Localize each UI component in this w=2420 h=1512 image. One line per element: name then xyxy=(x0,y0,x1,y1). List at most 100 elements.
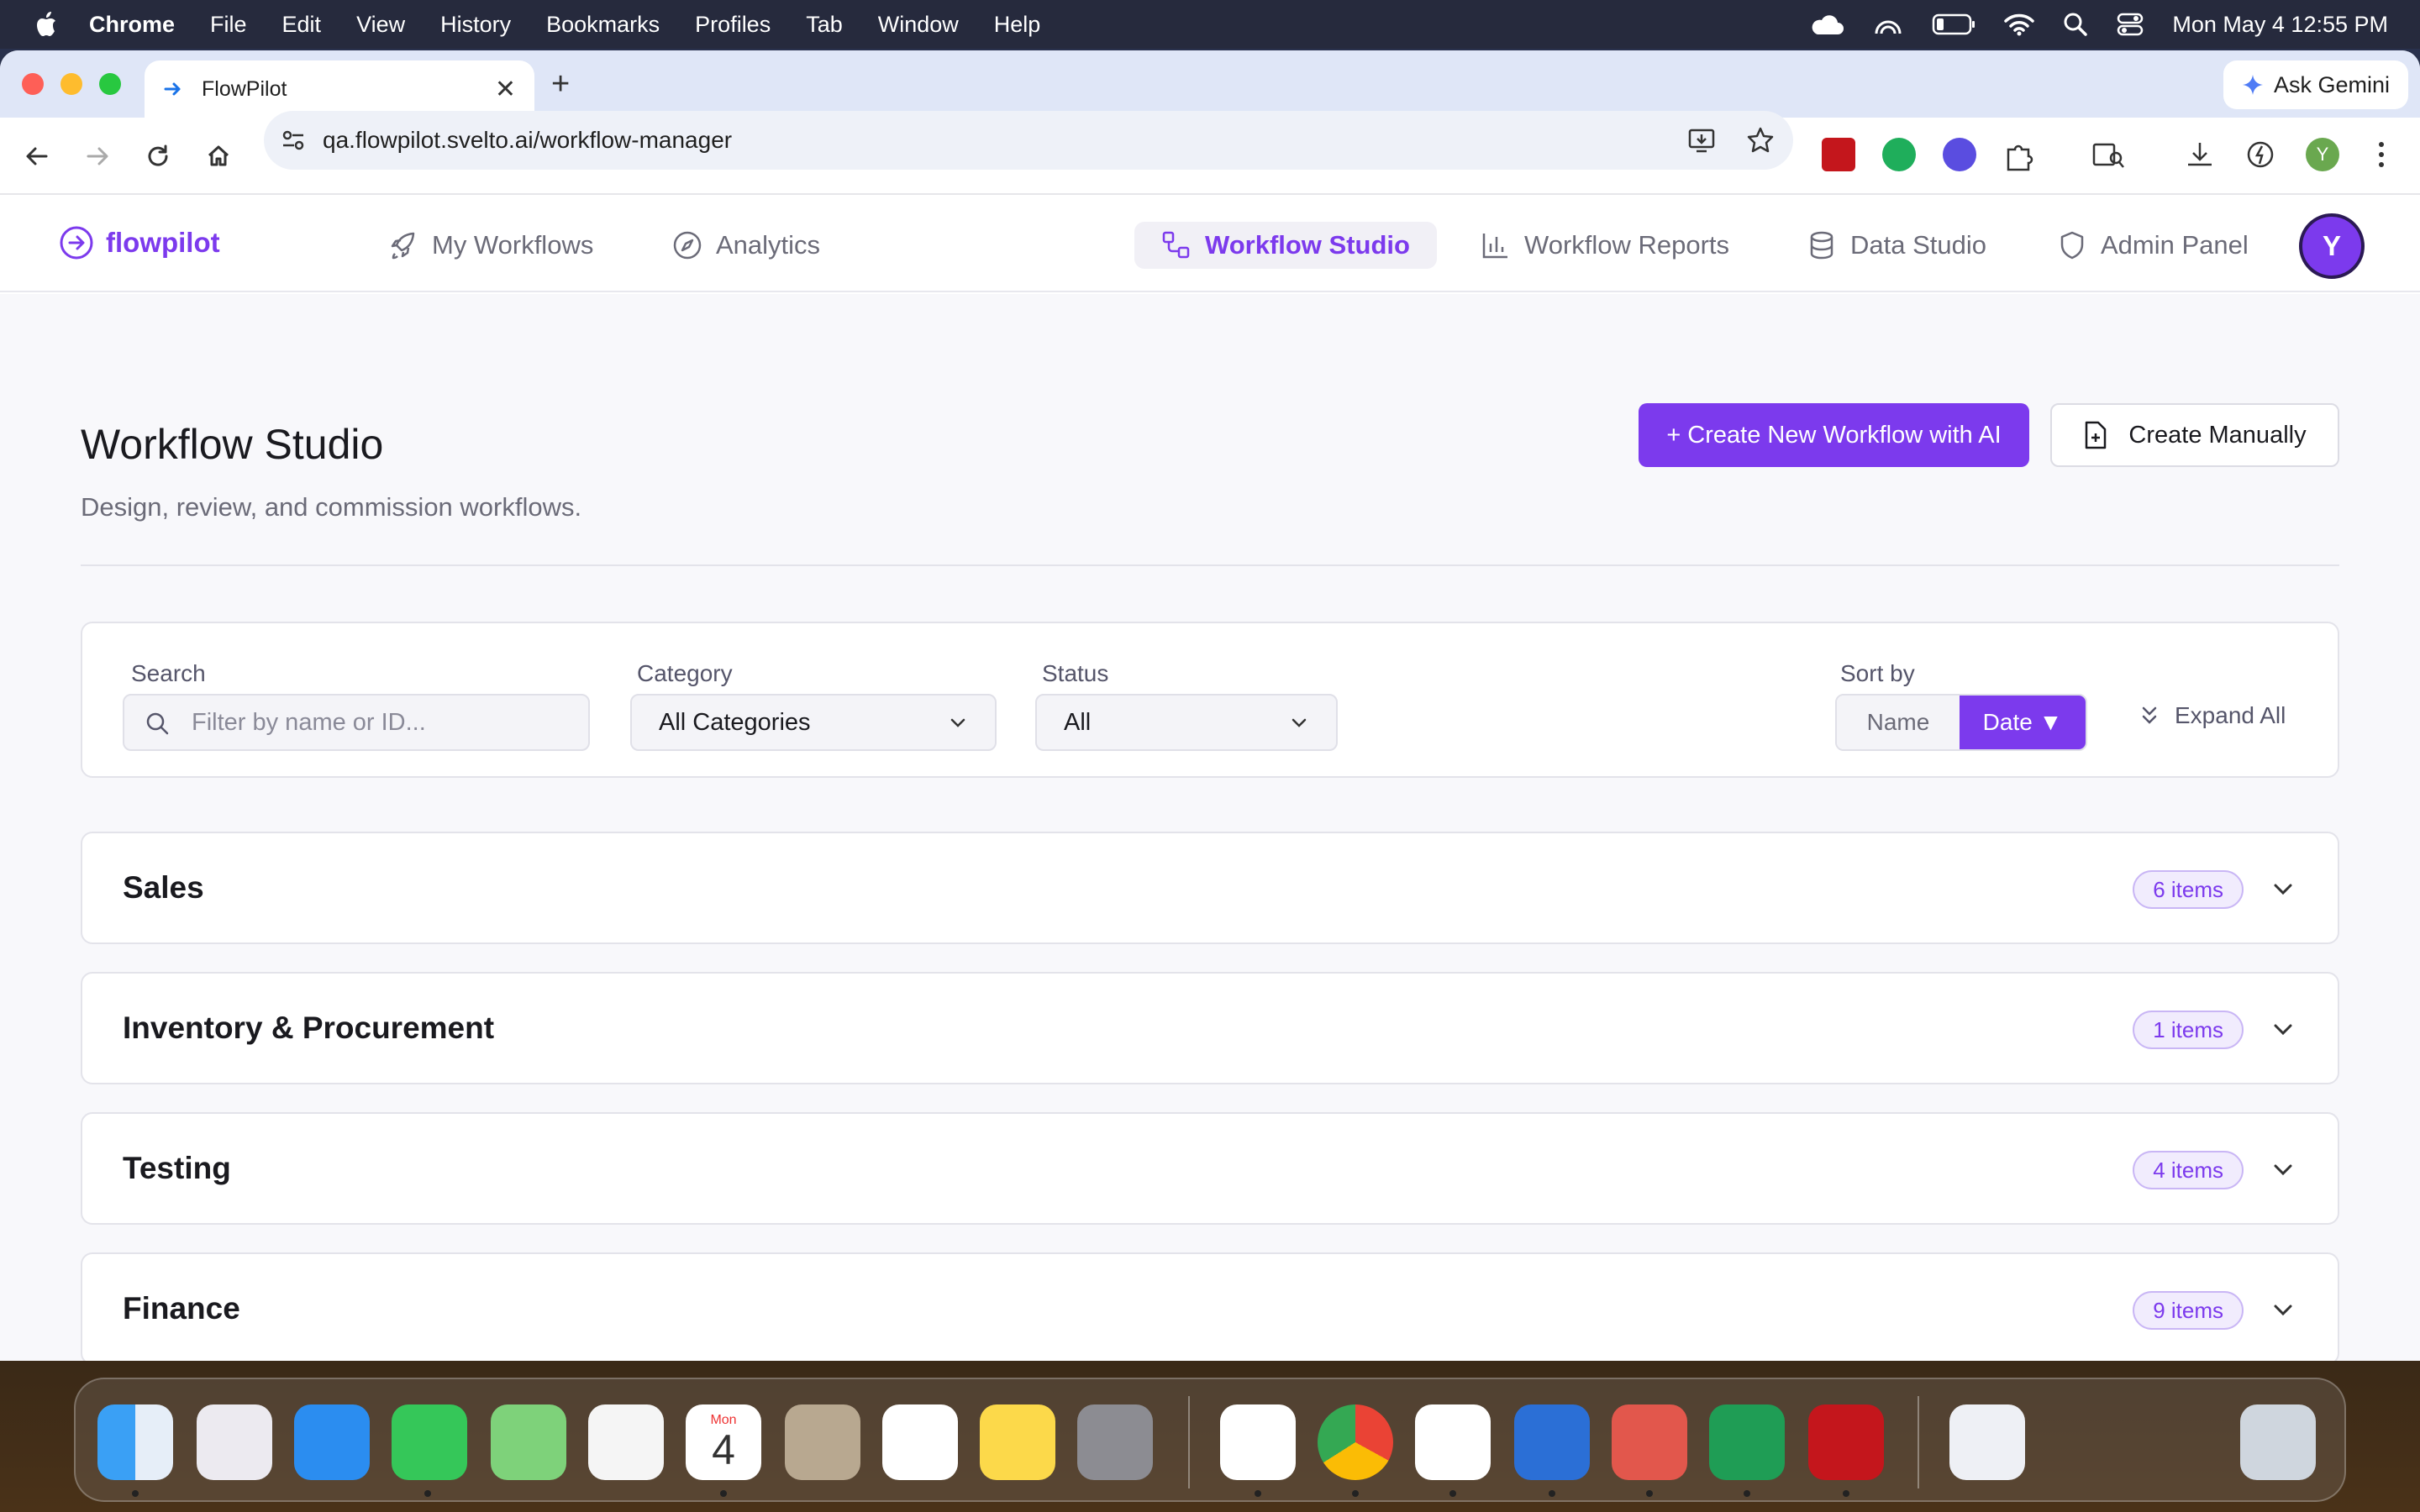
nav-label: Workflow Studio xyxy=(1205,230,1410,260)
menu-file[interactable]: File xyxy=(210,12,247,38)
category-select[interactable]: All Categories xyxy=(630,694,997,751)
nav-workflow-studio[interactable]: Workflow Studio xyxy=(1134,222,1437,269)
downloads-icon[interactable] xyxy=(2185,139,2215,170)
close-window-button[interactable] xyxy=(22,73,44,95)
photos-icon[interactable] xyxy=(588,1404,664,1480)
nav-workflow-reports[interactable]: Workflow Reports xyxy=(1481,222,1729,269)
expand-all-button[interactable]: Expand All xyxy=(2139,702,2286,729)
maps-icon[interactable] xyxy=(491,1404,566,1480)
search-input[interactable]: Filter by name or ID... xyxy=(123,694,590,751)
new-tab-button[interactable]: + xyxy=(551,67,570,101)
menu-bar: Chrome File Edit View History Bookmarks … xyxy=(0,0,2420,49)
menu-app-name[interactable]: Chrome xyxy=(89,12,175,38)
cloud-icon[interactable] xyxy=(1809,13,1844,36)
excel-icon[interactable] xyxy=(1709,1404,1785,1480)
menu-profiles[interactable]: Profiles xyxy=(695,12,771,38)
bookmark-star-icon[interactable] xyxy=(1746,126,1775,155)
status-select[interactable]: All xyxy=(1035,694,1338,751)
group-title: Finance xyxy=(123,1291,240,1326)
minimize-window-button[interactable] xyxy=(60,73,82,95)
url-text[interactable]: qa.flowpilot.svelto.ai/workflow-manager xyxy=(323,127,732,154)
grammar-extension-icon[interactable] xyxy=(1882,138,1916,171)
tab-search-icon[interactable] xyxy=(2092,141,2126,170)
user-avatar[interactable]: Y xyxy=(2299,213,2365,279)
menu-tab[interactable]: Tab xyxy=(806,12,843,38)
nodes-icon xyxy=(1162,231,1190,259)
extensions-puzzle-icon[interactable] xyxy=(2003,139,2035,171)
category-group-inventory[interactable]: Inventory & Procurement 1 items xyxy=(81,972,2339,1084)
nav-admin-panel[interactable]: Admin Panel xyxy=(2057,222,2249,269)
sort-date-button[interactable]: Date ▼ xyxy=(1960,696,2086,749)
search-icon xyxy=(146,712,169,735)
nav-my-workflows[interactable]: My Workflows xyxy=(388,222,593,269)
ask-gemini-button[interactable]: Ask Gemini xyxy=(2223,60,2408,109)
trash-icon[interactable] xyxy=(2240,1404,2316,1480)
settings-icon[interactable] xyxy=(1077,1404,1153,1480)
create-ai-workflow-button[interactable]: + Create New Workflow with AI xyxy=(1639,403,2029,467)
battery-icon[interactable] xyxy=(1932,13,1975,35)
shield-icon xyxy=(2060,231,2084,260)
site-settings-icon[interactable] xyxy=(281,128,306,153)
document-icon[interactable] xyxy=(1949,1404,2025,1480)
menu-window[interactable]: Window xyxy=(878,12,959,38)
category-group-sales[interactable]: Sales 6 items xyxy=(81,832,2339,944)
app-logo[interactable]: flowpilot xyxy=(59,225,220,260)
slack-icon[interactable] xyxy=(1415,1404,1491,1480)
back-icon[interactable] xyxy=(20,139,54,173)
messages-icon[interactable] xyxy=(392,1404,467,1480)
running-indicator xyxy=(1255,1490,1261,1497)
item-count-badge: 4 items xyxy=(2133,1151,2244,1189)
nav-data-studio[interactable]: Data Studio xyxy=(1807,222,1986,269)
chevron-down-icon[interactable] xyxy=(2270,1017,2296,1042)
sort-name-button[interactable]: Name xyxy=(1837,696,1960,749)
home-icon[interactable] xyxy=(202,139,235,173)
color-extension-icon[interactable] xyxy=(1943,138,1976,171)
acrobat-extension-icon[interactable] xyxy=(1822,138,1855,171)
safari-icon[interactable] xyxy=(294,1404,370,1480)
menu-history[interactable]: History xyxy=(440,12,511,38)
calendar-icon[interactable]: Mon 4 xyxy=(686,1404,761,1480)
menu-edit[interactable]: Edit xyxy=(282,12,322,38)
launchpad-icon[interactable] xyxy=(197,1404,272,1480)
forward-icon[interactable] xyxy=(81,139,114,173)
reload-icon[interactable] xyxy=(141,139,175,173)
chevron-down-icon[interactable] xyxy=(2270,877,2296,902)
contacts-icon[interactable] xyxy=(785,1404,860,1480)
chevron-down-icon[interactable] xyxy=(2270,1158,2296,1183)
browser-tab[interactable]: FlowPilot ✕ xyxy=(145,60,534,118)
performance-icon[interactable] xyxy=(2245,139,2275,170)
control-center-icon[interactable] xyxy=(2117,12,2144,37)
fullscreen-window-button[interactable] xyxy=(99,73,121,95)
menu-help[interactable]: Help xyxy=(994,12,1041,38)
category-group-finance[interactable]: Finance 9 items xyxy=(81,1252,2339,1361)
menu-bookmarks[interactable]: Bookmarks xyxy=(546,12,660,38)
close-tab-icon[interactable]: ✕ xyxy=(495,75,516,104)
nav-label: Admin Panel xyxy=(2101,230,2249,260)
browser-profile-avatar[interactable]: Y xyxy=(2306,138,2339,171)
more-menu-icon[interactable] xyxy=(2375,139,2388,170)
wifi-icon[interactable] xyxy=(2004,13,2035,36)
address-bar[interactable]: qa.flowpilot.svelto.ai/workflow-manager xyxy=(264,111,1793,170)
menu-clock[interactable]: Mon May 4 12:55 PM xyxy=(2172,12,2388,38)
finder-icon[interactable] xyxy=(97,1404,173,1480)
notes-icon[interactable] xyxy=(980,1404,1055,1480)
chrome-icon[interactable] xyxy=(1318,1404,1393,1480)
create-manually-label: Create Manually xyxy=(2128,421,2307,449)
install-app-icon[interactable] xyxy=(1687,126,1716,155)
running-indicator xyxy=(1549,1490,1555,1497)
word-icon[interactable] xyxy=(1514,1404,1590,1480)
category-group-testing[interactable]: Testing 4 items xyxy=(81,1112,2339,1225)
airdrop-icon[interactable] xyxy=(1873,12,1903,37)
powerpoint-icon[interactable] xyxy=(1612,1404,1687,1480)
acrobat-icon[interactable] xyxy=(1808,1404,1884,1480)
apple-icon[interactable] xyxy=(35,11,57,38)
spotlight-icon[interactable] xyxy=(2063,12,2088,37)
nav-analytics[interactable]: Analytics xyxy=(672,222,820,269)
header-divider xyxy=(81,564,2339,566)
menu-view[interactable]: View xyxy=(356,12,405,38)
chevron-down-icon[interactable] xyxy=(2270,1298,2296,1323)
item-count-badge: 6 items xyxy=(2133,870,2244,909)
reminders-icon[interactable] xyxy=(882,1404,958,1480)
create-manually-button[interactable]: Create Manually xyxy=(2050,403,2339,467)
app-icon[interactable] xyxy=(1220,1404,1296,1480)
